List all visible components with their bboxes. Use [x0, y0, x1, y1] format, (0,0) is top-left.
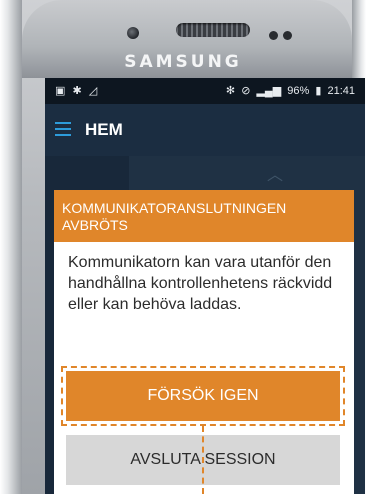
signal-icon: ◿	[88, 85, 100, 97]
device-brand-logo: SAMSUNG	[124, 52, 242, 72]
callout-line	[202, 426, 204, 494]
connection-lost-dialog: KOMMUNIKATORANSLUTNINGEN AVBRÖTS Kommuni…	[54, 190, 354, 494]
dialog-message: Kommunikatorn kan vara utanför den handh…	[68, 254, 333, 313]
phone-screen: ▣ ✱ ◿ ✻ ⊘ ▂▄▆ 96% ▮ 21:41 HEM ︿ KOMMUNIK…	[45, 78, 365, 494]
battery-icon: ▮	[315, 85, 322, 97]
front-camera-icon	[127, 27, 139, 39]
bluetooth-icon: ✻	[225, 85, 236, 97]
proximity-sensors	[269, 27, 297, 40]
page-title: HEM	[85, 120, 123, 139]
status-bar: ▣ ✱ ◿ ✻ ⊘ ▂▄▆ 96% ▮ 21:41	[45, 78, 365, 104]
image-icon: ▣	[55, 85, 68, 97]
dialog-header: KOMMUNIKATORANSLUTNINGEN AVBRÖTS	[54, 190, 354, 242]
mute-icon: ⊘	[241, 85, 251, 97]
accessibility-icon: ✱	[72, 85, 84, 97]
app-bar: HEM	[45, 104, 365, 156]
battery-percent: 96%	[287, 85, 310, 97]
cellular-icon: ▂▄▆	[256, 85, 282, 97]
phone-edge-left	[0, 0, 22, 494]
hamburger-menu-icon[interactable]	[55, 122, 71, 136]
status-right: ✻ ⊘ ▂▄▆ 96% ▮ 21:41	[223, 84, 355, 97]
dialog-title: KOMMUNIKATORANSLUTNINGEN AVBRÖTS	[62, 200, 287, 233]
status-left-icons: ▣ ✱ ◿	[55, 84, 99, 97]
clock: 21:41	[327, 85, 355, 97]
retry-button[interactable]: FÖRSÖK IGEN	[66, 371, 340, 421]
earpiece-speaker	[176, 23, 250, 37]
chevron-up-icon[interactable]: ︿	[267, 168, 287, 184]
